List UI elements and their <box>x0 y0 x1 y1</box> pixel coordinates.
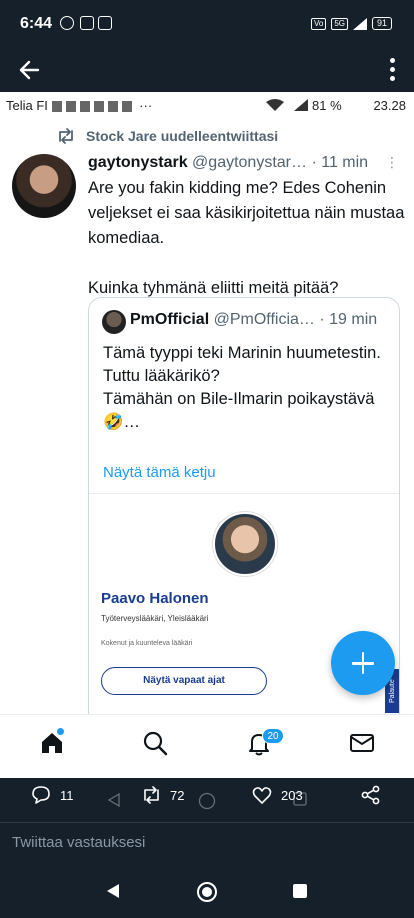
card-description: Kokenut ja kuunteleva lääkäri <box>101 640 193 647</box>
search-icon <box>143 731 168 756</box>
inner-bottom-nav <box>0 714 414 770</box>
system-status-bar: 6:44 Vo 5G 91 <box>0 0 414 48</box>
grid-app-icon <box>98 16 112 30</box>
author-handle: @gaytonystar… <box>192 154 307 171</box>
inner-carrier: Telia FI <box>6 98 48 113</box>
reply-icon <box>32 786 50 804</box>
alarm-icon <box>60 16 74 30</box>
quote-line: 🤣… <box>103 413 141 431</box>
tweet-actions: 11 72 203 <box>0 778 414 822</box>
author-avatar[interactable] <box>12 154 76 218</box>
show-thread-link[interactable]: Näytä tämä ketju <box>103 464 216 481</box>
quote-author-name: PmOfficial <box>130 311 210 328</box>
tweet-image[interactable]: Telia FI ··· 81 % 23.28 Stock Jare uudel… <box>0 92 414 714</box>
reply-count: 11 <box>60 787 74 803</box>
inner-ellipsis: ··· <box>139 98 153 113</box>
card-doctor-name: Paavo Halonen <box>101 590 209 607</box>
status-time: 6:44 <box>20 15 53 32</box>
card-doctor-role: Työterveyslääkäri, Yleislääkäri <box>101 614 209 623</box>
quote-line: Tämähän on Bile-Ilmarin poikaystävä <box>103 390 375 408</box>
show-free-times-button: Näytä vapaat ajat <box>101 667 267 695</box>
author-name[interactable]: gaytonystark <box>88 154 188 171</box>
system-nav-bar <box>0 862 414 918</box>
volte-icon: Vo <box>310 17 327 30</box>
ghost-home-icon <box>198 792 216 810</box>
quote-body: Tämä tyyppi teki Marinin huumetestin. Tu… <box>103 342 393 434</box>
retweet-icon <box>59 128 73 144</box>
tweet-more-icon[interactable]: ⋮ <box>385 154 399 171</box>
retweet-action-icon <box>144 786 159 804</box>
back-arrow-icon[interactable] <box>16 56 44 84</box>
quote-line: Tämä tyyppi teki Marinin huumetestin. <box>103 344 381 362</box>
instagram-icon <box>80 16 94 30</box>
nav-back-icon[interactable] <box>104 882 122 900</box>
nav-home-icon[interactable] <box>196 881 218 903</box>
more-options-icon[interactable] <box>388 58 396 84</box>
retweet-context[interactable]: Stock Jare uudelleentwiittasi <box>56 127 278 145</box>
share-icon <box>361 785 380 805</box>
inner-wifi-icon <box>266 99 284 111</box>
network-type: 5G <box>331 17 348 30</box>
inner-app-icons <box>51 101 136 113</box>
quote-time: · 19 min <box>319 311 378 328</box>
notifications-badge: 20 <box>262 728 284 744</box>
doctor-photo <box>213 512 277 576</box>
tweet-paragraph: Are you fakin kidding me? Edes Cohenin v… <box>88 179 405 247</box>
quote-author-line: PmOfficial @PmOfficia… · 19 min <box>130 311 392 329</box>
retweet-text: Stock Jare uudelleentwiittasi <box>86 128 279 144</box>
author-line: gaytonystark @gaytonystar… · 11 min <box>88 154 408 172</box>
share-action[interactable] <box>360 784 382 806</box>
tweet-time: · 11 min <box>311 154 369 171</box>
nav-recents-icon[interactable] <box>292 883 308 899</box>
quote-author-handle: @PmOfficia… <box>213 311 315 328</box>
messages-icon <box>350 734 374 752</box>
quote-line: Tuttu lääkärikö? <box>103 367 220 385</box>
inner-signal-text: 81 % <box>312 98 342 113</box>
signal-icon <box>352 17 367 30</box>
battery-icon: 91 <box>371 17 392 30</box>
status-indicators: Vo 5G 91 <box>310 17 392 30</box>
reply-bar: Twiittaa vastauksesi <box>0 822 414 862</box>
ghost-back-icon <box>107 792 120 808</box>
inner-time: 23.28 <box>373 98 406 113</box>
compose-tweet-button[interactable] <box>331 631 395 695</box>
quote-avatar <box>102 310 126 334</box>
retweet-action[interactable]: 72 <box>140 784 184 806</box>
reply-input[interactable]: Twiittaa vastauksesi <box>12 834 145 851</box>
inner-status-bar: Telia FI ··· 81 % 23.28 <box>0 92 414 118</box>
retweet-count: 72 <box>170 787 185 803</box>
app-bar <box>0 48 414 92</box>
ghost-recents-icon <box>293 792 307 806</box>
inner-gesture-area <box>0 770 414 778</box>
tweet-body: Are you fakin kidding me? Edes Cohenin v… <box>88 176 406 301</box>
inner-signal-icon <box>294 99 308 111</box>
heart-icon <box>252 787 272 804</box>
reply-action[interactable]: 11 <box>30 784 74 806</box>
home-unread-dot <box>57 728 64 735</box>
